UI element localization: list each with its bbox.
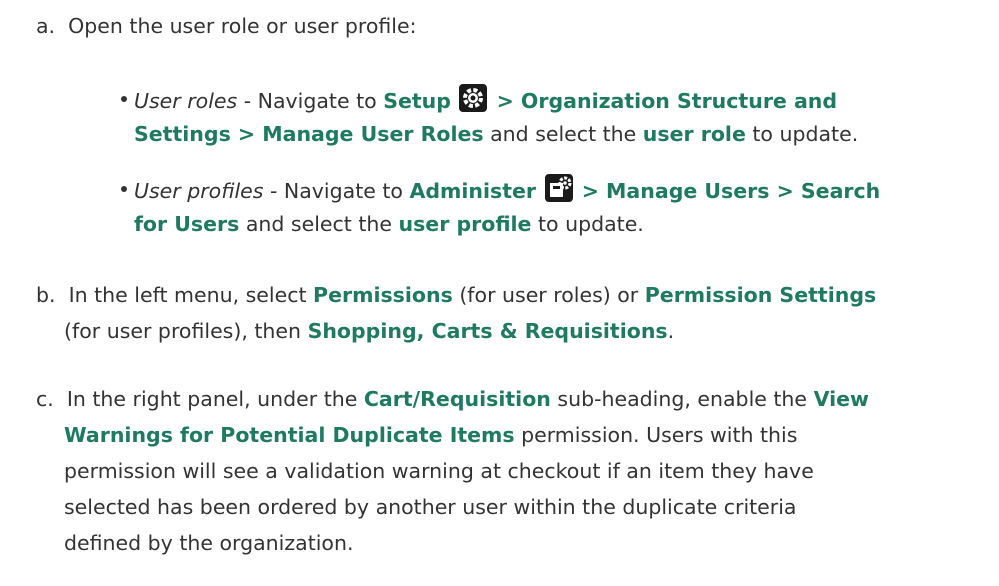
duplicate-warnings-permission: Warnings for Potential Duplicate Items [64,423,515,447]
bullet-label: User profiles [134,179,264,203]
view-term: View [813,387,869,411]
step-b-line2: (for user profiles), then Shopping, Cart… [64,318,674,344]
permission-settings-term: Permission Settings [644,283,877,307]
step-a: a. Open the user role or user profile: [36,13,417,39]
manage-users-path: > Manage Users > Search [574,179,881,203]
text: permission. Users with this [514,423,798,447]
text: to update. [745,122,859,146]
text: In the left menu, select [68,283,314,307]
for-users-path: for Users [134,212,240,236]
bullet-text: - Navigate to [263,179,410,203]
step-a-text: Open the user role or user profile: [68,14,417,38]
bullet-text: - Navigate to [237,89,384,113]
user-role-term: user role [642,122,746,146]
step-c-line3: permission will see a validation warning… [64,459,814,483]
step-b-marker: b. [36,283,56,307]
bullet-user-profiles-line2: for Users and select the user profile to… [134,211,644,237]
text: and select the [483,122,643,146]
step-c-line2: Warnings for Potential Duplicate Items p… [64,422,797,448]
user-profile-term: user profile [398,212,532,236]
gear-icon [459,84,488,112]
text: sub-heading, enable the [550,387,814,411]
cart-requisition-term: Cart/Requisition [363,387,551,411]
step-c-marker: c. [36,387,54,411]
bullet-user-profiles: User profiles - Navigate to Administer >… [134,174,880,204]
text: to update. [531,212,644,236]
text: . [667,319,675,343]
step-b: b. In the left menu, select Permissions … [36,282,876,308]
manage-user-roles-path: Settings > Manage User Roles [134,122,484,146]
bullet-marker [121,186,127,192]
step-a-marker: a. [36,14,56,38]
text: In the right panel, under the [66,387,364,411]
step-c-line5: defined by the organization. [64,531,354,555]
text: and select the [239,212,399,236]
step-c-line4: selected has been ordered by another use… [64,495,797,519]
bullet-user-roles-line2: Settings > Manage User Roles and select … [134,121,858,147]
permissions-term: Permissions [313,283,453,307]
admin-icon [544,174,573,202]
text: (for user profiles), then [64,319,308,343]
shopping-carts-term: Shopping, Carts & Requisitions [307,319,668,343]
text: (for user roles) or [452,283,645,307]
bullet-marker [121,96,127,102]
setup-link: Setup [383,89,451,113]
org-structure-path: > Organization Structure and [489,89,838,113]
administer-link: Administer [409,179,537,203]
bullet-label: User roles [134,89,238,113]
bullet-user-roles: User roles - Navigate to Setup > Organiz… [134,84,837,114]
step-c: c. In the right panel, under the Cart/Re… [36,386,869,412]
